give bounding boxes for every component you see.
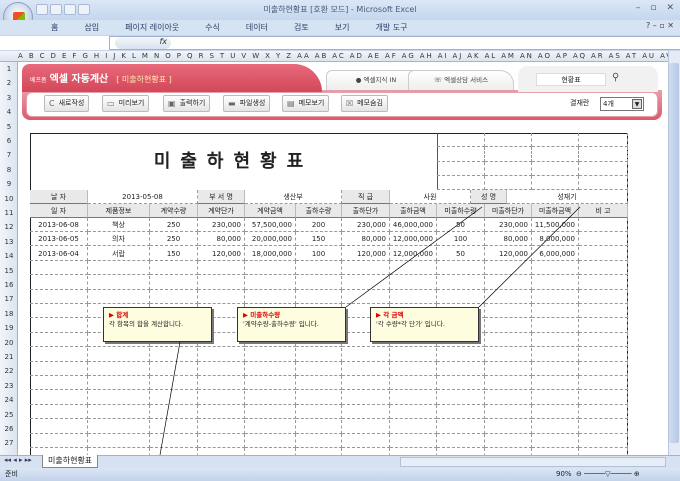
horizontal-scrollbar[interactable] [400, 457, 666, 467]
zoom-control[interactable]: 90% ⊖ ─────▽───── ⊕ [556, 468, 640, 481]
note-connectors [159, 206, 581, 456]
zoom-level: 90% [556, 470, 572, 478]
sheet-tab[interactable]: 미출하현황표 [42, 455, 99, 468]
tab-nav-icon[interactable]: ◂◂ ◂ ▸ ▸▸ [4, 456, 32, 464]
status-text: 준비 [5, 470, 18, 478]
